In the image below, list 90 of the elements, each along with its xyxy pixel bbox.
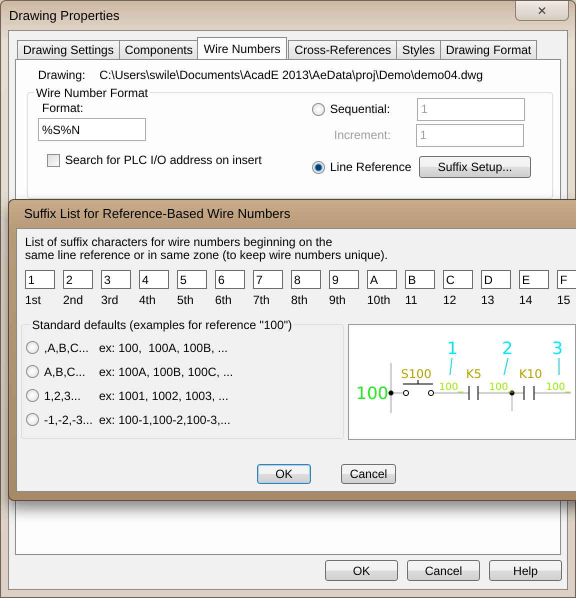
contact-symbol: [468, 386, 478, 400]
junction-dot: [510, 390, 514, 396]
suffix-field[interactable]: 4: [139, 270, 169, 289]
dialog-button[interactable]: Cancel: [407, 560, 480, 581]
radio-button[interactable]: [26, 413, 39, 426]
position-label: 11: [405, 293, 418, 307]
position-label: 14: [519, 293, 534, 307]
checkbox-label: Search for PLC I/O address on insert: [65, 153, 262, 167]
callout-number: 2: [502, 339, 513, 359]
suffix-setup-button[interactable]: Suffix Setup...: [419, 156, 531, 178]
dialog-button[interactable]: Cancel: [341, 464, 396, 484]
callout-number: 3: [552, 339, 563, 359]
radio-button[interactable]: [26, 365, 39, 378]
callout-number: 1: [447, 339, 458, 359]
pattern-label: A,B,C...: [44, 364, 86, 378]
suffix-field[interactable]: D: [481, 270, 511, 289]
radio-label: Line Reference: [330, 160, 412, 174]
tab[interactable]: Drawing Settings: [17, 40, 120, 59]
description-text: List of suffix characters for wire numbers beginning on the same line reference or in same zone (to keep wire numbers unique).: [25, 236, 389, 262]
suffix-field[interactable]: 5: [177, 270, 207, 289]
example-text: ex: 100-1,100-2,100-3,...: [99, 412, 230, 426]
device-label: K10: [519, 367, 542, 381]
leader-line: [558, 358, 560, 376]
example-text: ex: 100A, 100B, 100C, ...: [99, 364, 234, 378]
suffix-field[interactable]: 9: [329, 270, 359, 289]
junction-dot: [388, 390, 394, 396]
radio-button[interactable]: [312, 160, 325, 174]
suffix-field[interactable]: A: [367, 270, 397, 289]
pattern-label: -1,-2,-3...: [44, 412, 94, 426]
position-label: 4th: [139, 293, 157, 307]
leader-line: [504, 358, 508, 376]
pattern-label: 1,2,3...: [44, 388, 82, 402]
position-label: 10th: [367, 293, 392, 307]
suffix-field[interactable]: 7: [253, 270, 283, 289]
window-title: Drawing Properties: [8, 8, 120, 23]
wire-label: 100_: [489, 382, 514, 393]
increment-label: Increment:: [334, 128, 392, 142]
dialog-title: Suffix List for Reference-Based Wire Numbers: [23, 205, 292, 223]
position-label: 3rd: [101, 293, 120, 307]
suffix-field[interactable]: 3: [101, 270, 131, 289]
group-title: Wire Number Format: [34, 86, 150, 100]
position-label: 15: [557, 293, 572, 307]
checkbox[interactable]: [47, 154, 60, 166]
tab[interactable]: Wire Numbers: [196, 37, 288, 59]
tab[interactable]: Styles: [396, 40, 441, 59]
suffix-field[interactable]: F: [557, 270, 576, 289]
tab[interactable]: Drawing Format: [440, 40, 538, 59]
suffix-field[interactable]: B: [405, 270, 435, 289]
format-field[interactable]: %S%N: [38, 118, 146, 141]
position-label: 13: [481, 293, 496, 307]
format-label: Format:: [42, 101, 84, 115]
example-text: ex: 100, 100A, 100B, ...: [99, 340, 228, 354]
radio-button[interactable]: [26, 389, 39, 402]
position-label: 9th: [329, 293, 347, 307]
contact-symbol: [524, 386, 534, 400]
dialog-button[interactable]: Help: [489, 560, 562, 581]
drawing-label: Drawing:: [38, 68, 86, 82]
position-label: 7th: [253, 293, 271, 307]
position-label: 12: [443, 293, 458, 307]
radio-button[interactable]: [312, 102, 325, 116]
suffix-field[interactable]: 6: [215, 270, 245, 289]
suffix-field[interactable]: 2: [63, 270, 93, 289]
radio-label: Sequential:: [330, 102, 392, 116]
position-label: 6th: [215, 293, 233, 307]
position-label: 2nd: [63, 293, 84, 307]
pattern-label: ,A,B,C...: [44, 340, 90, 354]
radio-button[interactable]: [26, 341, 39, 354]
dialog-button[interactable]: OK: [325, 560, 398, 581]
group-title: Standard defaults (examples for reference "100"): [30, 318, 294, 332]
suffix-field[interactable]: 1: [25, 270, 55, 289]
position-label: 1st: [25, 293, 42, 307]
suffix-field[interactable]: E: [519, 270, 549, 289]
tab[interactable]: Cross-References: [288, 40, 398, 59]
dialog-button[interactable]: OK: [257, 464, 311, 484]
line-number: 100: [356, 384, 388, 404]
leader-line: [450, 358, 452, 376]
tab[interactable]: Components: [118, 40, 199, 59]
position-label: 5th: [177, 293, 195, 307]
close-button[interactable]: ✕: [515, 1, 569, 21]
wire-label: 100_: [439, 382, 464, 393]
example-text: ex: 1001, 1002, 1003, ...: [99, 388, 228, 402]
suffix-field[interactable]: 8: [291, 270, 321, 289]
switch-symbol: [402, 380, 434, 396]
drawing-path: C:\Users\swile\Documents\AcadE 2013\AeData\proj\Demo\demo04.dwg: [99, 68, 483, 82]
device-label: S100: [401, 367, 432, 381]
position-label: 8th: [291, 293, 309, 307]
wire-label: 100_: [546, 382, 570, 393]
suffix-field[interactable]: C: [443, 270, 473, 289]
device-label: K5: [466, 367, 482, 381]
rail-line: [390, 362, 392, 414]
